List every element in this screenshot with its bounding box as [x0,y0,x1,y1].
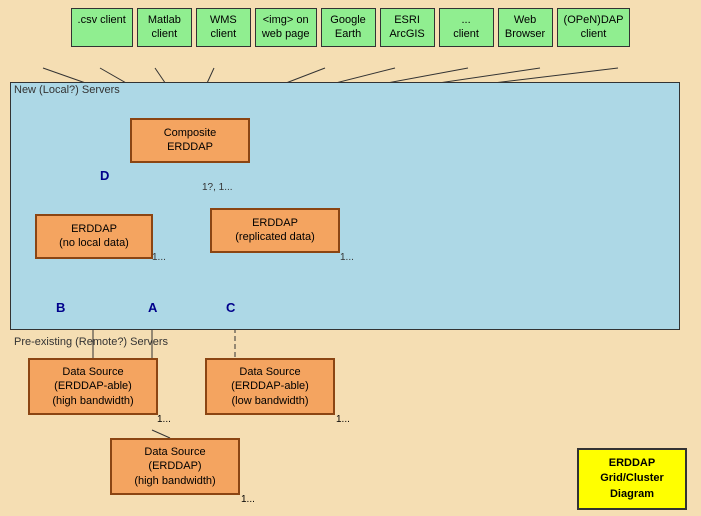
other-client: ...client [439,8,494,47]
web-browser-client: WebBrowser [498,8,553,47]
local-servers-label: New (Local?) Servers [14,84,120,96]
opendap-client: (OPeN)DAPclient [557,8,631,47]
csv-client: .csv client [71,8,133,47]
diagram-label-box: ERDDAP Grid/Cluster Diagram [577,448,687,510]
annotation-1e: 1... [241,494,255,505]
ds-low-bw-box: Data Source(ERDDAP-able)(low bandwidth) [205,358,335,415]
annotation-1q: 1?, 1... [202,182,233,193]
google-earth-client: GoogleEarth [321,8,376,47]
matlab-client: Matlabclient [137,8,192,47]
annotation-1d: 1... [336,414,350,425]
ds-high-bw-box: Data Source(ERDDAP-able)(high bandwidth) [28,358,158,415]
annotation-1c: 1... [157,414,171,425]
clients-row: .csv client Matlabclient WMSclient <img>… [0,0,701,51]
local-servers-area [10,82,680,330]
erddap-replicated-box: ERDDAP(replicated data) [210,208,340,253]
label-b: B [56,300,65,315]
annotation-1a: 1... [152,252,166,263]
img-client: <img> onweb page [255,8,317,47]
label-a: A [148,300,157,315]
wms-client: WMSclient [196,8,251,47]
annotation-1b: 1... [340,252,354,263]
erddap-no-local-box: ERDDAP(no local data) [35,214,153,259]
ds-erddap-box: Data Source(ERDDAP)(high bandwidth) [110,438,240,495]
label-c: C [226,300,235,315]
esri-client: ESRIArcGIS [380,8,435,47]
preexisting-servers-label: Pre-existing (Remote?) Servers [14,336,168,348]
composite-erddap-box: CompositeERDDAP [130,118,250,163]
label-d: D [100,168,109,183]
